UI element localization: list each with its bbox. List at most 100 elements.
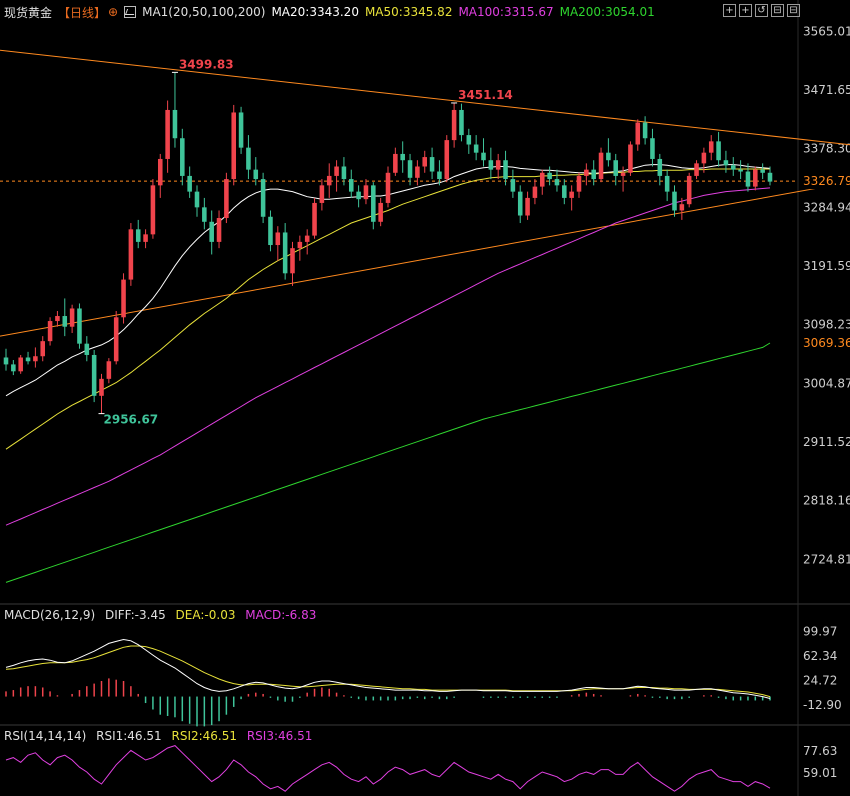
- reset-button[interactable]: ↺: [755, 4, 768, 17]
- candle-body: [268, 216, 273, 246]
- candle-body: [165, 109, 170, 159]
- candle-body: [642, 122, 648, 139]
- candle-body: [429, 157, 435, 172]
- candle-body: [459, 109, 464, 136]
- candle-body: [18, 357, 23, 372]
- candle-body: [723, 160, 729, 166]
- candle-body: [77, 308, 82, 344]
- zoom-in-button[interactable]: +: [723, 4, 736, 17]
- macd-tick-label: -12.90: [803, 698, 842, 712]
- macd-tick-label: 24.72: [803, 674, 837, 688]
- price-tick-label: 2724.81: [803, 552, 850, 566]
- candle-body: [451, 109, 457, 141]
- candle-body: [194, 191, 200, 208]
- candle-body: [312, 202, 317, 236]
- chart-canvas: 3565.013471.653378.303284.943191.593098.…: [0, 0, 850, 796]
- candle-body: [224, 179, 229, 219]
- candle-body: [554, 179, 560, 186]
- candle-body: [40, 341, 46, 357]
- price-header: 现货黄金 【日线】 ⊕ MA1(20,50,100,200) MA20:3343…: [4, 4, 661, 20]
- candle-body: [584, 169, 589, 176]
- macd-tick-label: 62.34: [803, 649, 837, 663]
- ma100-line: [5, 187, 771, 526]
- ma-params: MA1(20,50,100,200): [142, 5, 266, 19]
- rsi2-value: RSI2:46.51: [171, 729, 238, 743]
- candle-body: [378, 202, 383, 222]
- candle-body: [25, 357, 31, 362]
- candle-body: [393, 153, 398, 173]
- candle-body: [437, 171, 442, 180]
- candle-body: [481, 152, 486, 161]
- candle-body: [106, 361, 112, 379]
- candle-body: [415, 166, 420, 178]
- candle-body: [532, 186, 538, 198]
- candle-body: [525, 197, 530, 216]
- candle-body: [635, 122, 641, 145]
- candle-body: [216, 218, 222, 242]
- price-tick-label: 3098.23: [803, 318, 850, 332]
- price-tick-label: 3471.65: [803, 83, 850, 97]
- candle-body: [730, 165, 736, 170]
- macd-tick-label: 99.97: [803, 625, 837, 639]
- candle-body: [371, 185, 376, 222]
- candle-body: [246, 147, 251, 170]
- price-tick-label: 2911.52: [803, 435, 850, 449]
- candle-body: [444, 140, 450, 180]
- ma20-value: MA20:3343.20: [271, 5, 359, 19]
- candle-body: [503, 160, 508, 180]
- high1-label: 3499.83: [179, 57, 234, 71]
- candle-body: [180, 138, 185, 176]
- split-button[interactable]: ⊟: [787, 4, 800, 17]
- candle-body: [209, 221, 214, 242]
- candle-body: [319, 185, 325, 203]
- candle-body: [407, 160, 413, 178]
- candle-body: [422, 157, 428, 167]
- rsi-header: RSI(14,14,14) RSI1:46.51 RSI2:46.51 RSI3…: [4, 729, 318, 743]
- rsi-params: RSI(14,14,14): [4, 729, 87, 743]
- price-tick-label: 2818.16: [803, 494, 850, 508]
- candle-body: [628, 144, 633, 173]
- candle-body: [260, 179, 266, 217]
- layout-button[interactable]: ⊟: [771, 4, 784, 17]
- candle-body: [231, 112, 237, 180]
- macd-dea: DEA:-0.03: [175, 608, 236, 622]
- candle-body: [547, 172, 552, 180]
- candle-body: [326, 175, 332, 186]
- candle-body: [99, 378, 104, 396]
- candle-body: [767, 172, 773, 182]
- rsi1-value: RSI1:46.51: [96, 729, 162, 743]
- candle-body: [686, 175, 692, 205]
- last-price-tag-label: 3326.79: [803, 174, 850, 188]
- candle-body: [172, 109, 178, 139]
- candle-body: [113, 317, 119, 362]
- candle-body: [304, 235, 310, 242]
- candle-body: [488, 160, 494, 170]
- crosshair-button[interactable]: +: [739, 4, 752, 17]
- candle-body: [400, 153, 405, 161]
- candle-body: [650, 138, 655, 159]
- add-indicator-icon[interactable]: ⊕: [108, 5, 118, 19]
- indicator-chart-icon[interactable]: [124, 6, 137, 18]
- candle-body: [341, 166, 347, 180]
- candle-body: [84, 343, 90, 355]
- candle-body: [495, 160, 501, 170]
- macd-params: MACD(26,12,9): [4, 608, 96, 622]
- candle-body: [290, 248, 295, 274]
- candle-body: [753, 169, 758, 187]
- candle-body: [510, 179, 516, 192]
- candle-body: [121, 279, 126, 318]
- candle-body: [11, 364, 16, 372]
- candle-body: [701, 152, 707, 164]
- ma200-last-tag-label: 3069.36: [803, 336, 850, 350]
- rsi-tick-label: 77.63: [803, 744, 837, 758]
- candle-body: [282, 232, 288, 274]
- ma200-value: MA200:3054.01: [559, 5, 655, 19]
- candle-body: [708, 141, 714, 153]
- period-label[interactable]: 【日线】: [58, 4, 106, 21]
- candle-body: [238, 112, 244, 148]
- ma200-line: [5, 342, 771, 583]
- support-trendline: [0, 181, 850, 337]
- candle-body: [679, 204, 685, 211]
- candle-body: [348, 179, 354, 192]
- candle-body: [738, 169, 743, 172]
